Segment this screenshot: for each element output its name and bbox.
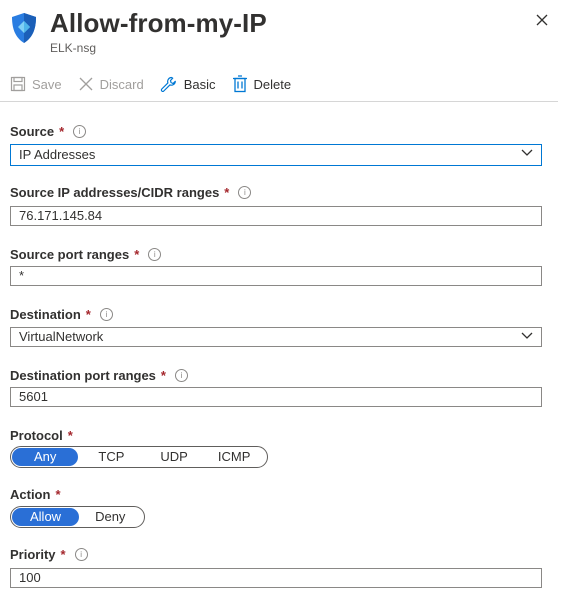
priority-label: Priority * i (10, 547, 88, 562)
protocol-option-tcp[interactable]: TCP (78, 448, 144, 466)
delete-label: Delete (253, 76, 292, 92)
required-asterisk: * (134, 247, 140, 262)
info-icon[interactable]: i (148, 248, 162, 261)
source-select[interactable]: IP Addresses (10, 144, 542, 166)
protocol-label: Protocol * (10, 428, 73, 443)
priority-input[interactable]: 100 (10, 568, 542, 588)
required-asterisk: * (55, 487, 61, 502)
destination-label: Destination * i (10, 307, 113, 322)
action-label: Action * (10, 487, 61, 502)
action-toggle-group: Allow Deny (10, 506, 146, 528)
page-title: Allow-from-my-IP (50, 8, 267, 38)
destination-port-label: Destination port ranges * i (10, 368, 188, 383)
source-ip-label: Source IP addresses/CIDR ranges * i (10, 185, 252, 200)
command-bar: Save Discard Basic Delete (10, 72, 307, 96)
info-icon[interactable]: i (99, 308, 113, 321)
chevron-down-icon (521, 332, 533, 339)
destination-select[interactable]: VirtualNetwork (10, 327, 542, 347)
info-icon[interactable]: i (238, 186, 252, 199)
page-subtitle: ELK-nsg (50, 41, 97, 55)
source-port-label: Source port ranges * i (10, 247, 162, 262)
required-asterisk: * (85, 307, 91, 322)
required-asterisk: * (60, 547, 66, 562)
nsg-shield-icon (10, 12, 38, 44)
discard-button[interactable]: Discard (78, 76, 144, 92)
toolbar-divider (0, 101, 558, 102)
required-asterisk: * (160, 368, 166, 383)
chevron-down-icon (521, 149, 533, 156)
action-option-allow[interactable]: Allow (12, 508, 80, 526)
required-asterisk: * (224, 185, 230, 200)
basic-label: Basic (183, 76, 216, 92)
info-icon[interactable]: i (74, 548, 88, 561)
required-asterisk: * (67, 428, 73, 443)
discard-icon (79, 77, 93, 91)
info-icon[interactable]: i (73, 125, 87, 138)
wrench-icon (160, 76, 176, 92)
protocol-option-icmp[interactable]: ICMP (204, 448, 267, 466)
info-icon[interactable]: i (174, 369, 188, 382)
protocol-option-any[interactable]: Any (12, 448, 79, 466)
source-label: Source * i (10, 124, 87, 139)
source-port-input[interactable]: * (10, 266, 542, 286)
save-label: Save (32, 76, 62, 92)
save-icon (10, 76, 26, 92)
destination-port-input[interactable]: 5601 (10, 387, 542, 407)
close-icon[interactable] (535, 13, 549, 27)
save-button[interactable]: Save (10, 76, 62, 92)
delete-button[interactable]: Delete (232, 75, 292, 93)
protocol-toggle-group: Any TCP UDP ICMP (10, 446, 269, 468)
trash-icon (232, 75, 247, 93)
action-option-deny[interactable]: Deny (79, 508, 143, 526)
basic-button[interactable]: Basic (160, 76, 216, 92)
protocol-option-udp[interactable]: UDP (144, 448, 203, 466)
required-asterisk: * (59, 124, 65, 139)
source-ip-input[interactable]: 76.171.145.84 (10, 206, 542, 226)
discard-label: Discard (99, 76, 144, 92)
